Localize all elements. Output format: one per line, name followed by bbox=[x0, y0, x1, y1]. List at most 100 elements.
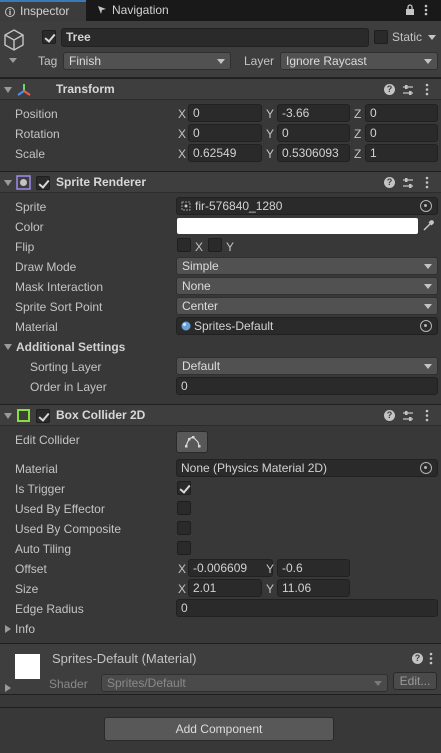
physics-material-field[interactable]: None (Physics Material 2D) bbox=[176, 459, 438, 477]
draw-mode-label: Draw Mode bbox=[15, 260, 77, 274]
static-dropdown-arrow[interactable] bbox=[428, 35, 436, 40]
order-in-layer-label: Order in Layer bbox=[30, 380, 107, 394]
sprite-object-field[interactable]: fir-576840_1280 bbox=[176, 197, 438, 215]
offset-y-field[interactable]: -0.6 bbox=[277, 559, 350, 577]
axis-y-label: Y bbox=[266, 127, 275, 141]
chevron-down-icon bbox=[424, 304, 432, 309]
used-by-composite-checkbox[interactable] bbox=[177, 521, 191, 535]
mask-interaction-dropdown[interactable]: None bbox=[176, 277, 438, 295]
sprite-renderer-enabled-checkbox[interactable] bbox=[36, 176, 50, 190]
transform-title: Transform bbox=[56, 82, 115, 96]
additional-settings-label[interactable]: Additional Settings bbox=[16, 340, 125, 354]
preset-icon[interactable] bbox=[402, 410, 414, 422]
sprite-value: fir-576840_1280 bbox=[195, 199, 283, 213]
flip-y-label: Y bbox=[226, 240, 235, 254]
axis-y-label: Y bbox=[266, 562, 275, 576]
transform-header[interactable]: Transform ? bbox=[0, 78, 441, 100]
help-icon[interactable]: ? bbox=[384, 410, 395, 421]
object-active-checkbox[interactable] bbox=[42, 30, 56, 44]
used-by-effector-checkbox[interactable] bbox=[177, 501, 191, 515]
is-trigger-label: Is Trigger bbox=[15, 482, 66, 496]
additional-settings-fold-icon[interactable] bbox=[4, 344, 12, 350]
offset-x-field[interactable]: -0.006609 bbox=[188, 559, 273, 577]
edit-collider-button[interactable] bbox=[176, 431, 208, 453]
order-in-layer-field[interactable]: 0 bbox=[176, 377, 438, 395]
object-picker-icon[interactable] bbox=[420, 462, 432, 474]
lock-icon[interactable] bbox=[405, 4, 415, 16]
edit-collider-icon bbox=[185, 436, 201, 448]
axis-x-label: X bbox=[178, 107, 187, 121]
preset-icon[interactable] bbox=[402, 177, 414, 189]
used-by-effector-label: Used By Effector bbox=[15, 502, 105, 516]
shader-edit-button[interactable]: Edit... bbox=[393, 672, 437, 690]
size-x-field[interactable]: 2.01 bbox=[188, 579, 262, 597]
position-z-field[interactable]: 0 bbox=[365, 104, 438, 122]
layer-dropdown[interactable]: Ignore Raycast bbox=[280, 52, 438, 70]
tag-dropdown[interactable]: Finish bbox=[63, 52, 231, 70]
help-icon[interactable]: ? bbox=[384, 84, 395, 95]
material-value: Sprites-Default bbox=[194, 319, 274, 333]
flip-y-checkbox[interactable] bbox=[208, 238, 222, 252]
add-component-button[interactable]: Add Component bbox=[104, 717, 334, 741]
axis-y-label: Y bbox=[266, 107, 275, 121]
draw-mode-dropdown[interactable]: Simple bbox=[176, 257, 438, 275]
object-picker-icon[interactable] bbox=[420, 200, 432, 212]
preset-icon[interactable] bbox=[402, 84, 414, 96]
object-picker-icon[interactable] bbox=[420, 320, 432, 332]
sorting-layer-value: Default bbox=[182, 359, 221, 373]
icon-dropdown-arrow[interactable] bbox=[9, 58, 17, 63]
color-swatch[interactable] bbox=[177, 218, 418, 234]
scale-x-field[interactable]: 0.62549 bbox=[188, 144, 262, 162]
sprite-renderer-header[interactable]: Sprite Renderer ? bbox=[0, 171, 441, 193]
tab-bar: Inspector Navigation bbox=[0, 0, 441, 21]
size-y-field[interactable]: 11.06 bbox=[277, 579, 350, 597]
shader-dropdown[interactable]: Sprites/Default bbox=[101, 674, 388, 692]
sprite-sort-point-dropdown[interactable]: Center bbox=[176, 297, 438, 315]
scale-y-field[interactable]: 0.5306093 bbox=[277, 144, 350, 162]
help-icon[interactable]: ? bbox=[384, 177, 395, 188]
eyedropper-icon[interactable] bbox=[422, 219, 435, 232]
axis-z-label: Z bbox=[354, 147, 362, 161]
component-menu-icon[interactable] bbox=[425, 409, 429, 422]
tab-inspector[interactable]: Inspector bbox=[0, 0, 86, 21]
info-icon bbox=[5, 7, 15, 17]
is-trigger-checkbox[interactable] bbox=[177, 481, 191, 495]
fold-arrow-icon[interactable] bbox=[4, 87, 12, 93]
static-checkbox[interactable] bbox=[374, 30, 388, 44]
scale-z-field[interactable]: 1 bbox=[365, 144, 438, 162]
material-sphere-icon bbox=[181, 321, 191, 331]
info-fold-icon[interactable] bbox=[5, 625, 11, 633]
material-menu-icon[interactable] bbox=[429, 652, 433, 665]
object-name-field[interactable]: Tree bbox=[61, 28, 369, 47]
sorting-layer-dropdown[interactable]: Default bbox=[176, 357, 438, 375]
flip-x-checkbox[interactable] bbox=[177, 238, 191, 252]
physics-material-value: None (Physics Material 2D) bbox=[181, 461, 328, 475]
chevron-down-icon bbox=[374, 681, 382, 686]
material-object-field[interactable]: Sprites-Default bbox=[176, 317, 438, 335]
rotation-x-field[interactable]: 0 bbox=[188, 124, 262, 142]
sprite-renderer-icon bbox=[16, 175, 31, 190]
component-menu-icon[interactable] bbox=[425, 83, 429, 96]
box-collider-enabled-checkbox[interactable] bbox=[36, 409, 50, 423]
tab-inspector-label: Inspector bbox=[20, 4, 70, 18]
edge-radius-field[interactable]: 0 bbox=[176, 599, 438, 617]
sprite-label: Sprite bbox=[15, 200, 47, 214]
position-x-field[interactable]: 0 bbox=[188, 104, 262, 122]
fold-arrow-icon[interactable] bbox=[4, 180, 12, 186]
tab-navigation[interactable]: Navigation bbox=[92, 0, 192, 21]
box-collider-header[interactable]: Box Collider 2D ? bbox=[0, 404, 441, 426]
rotation-y-field[interactable]: 0 bbox=[277, 124, 350, 142]
rotation-z-field[interactable]: 0 bbox=[365, 124, 438, 142]
navigation-icon bbox=[98, 6, 106, 14]
chevron-down-icon bbox=[424, 364, 432, 369]
position-y-field[interactable]: -3.66 bbox=[277, 104, 350, 122]
fold-arrow-icon[interactable] bbox=[4, 413, 12, 419]
auto-tiling-checkbox[interactable] bbox=[177, 541, 191, 555]
edge-radius-label: Edge Radius bbox=[15, 602, 84, 616]
material-fold-icon[interactable] bbox=[5, 684, 11, 692]
component-menu-icon[interactable] bbox=[425, 176, 429, 189]
info-label[interactable]: Info bbox=[15, 622, 35, 636]
axis-y-label: Y bbox=[266, 147, 275, 161]
tab-menu-icon[interactable] bbox=[424, 3, 428, 17]
help-icon[interactable]: ? bbox=[412, 653, 423, 664]
